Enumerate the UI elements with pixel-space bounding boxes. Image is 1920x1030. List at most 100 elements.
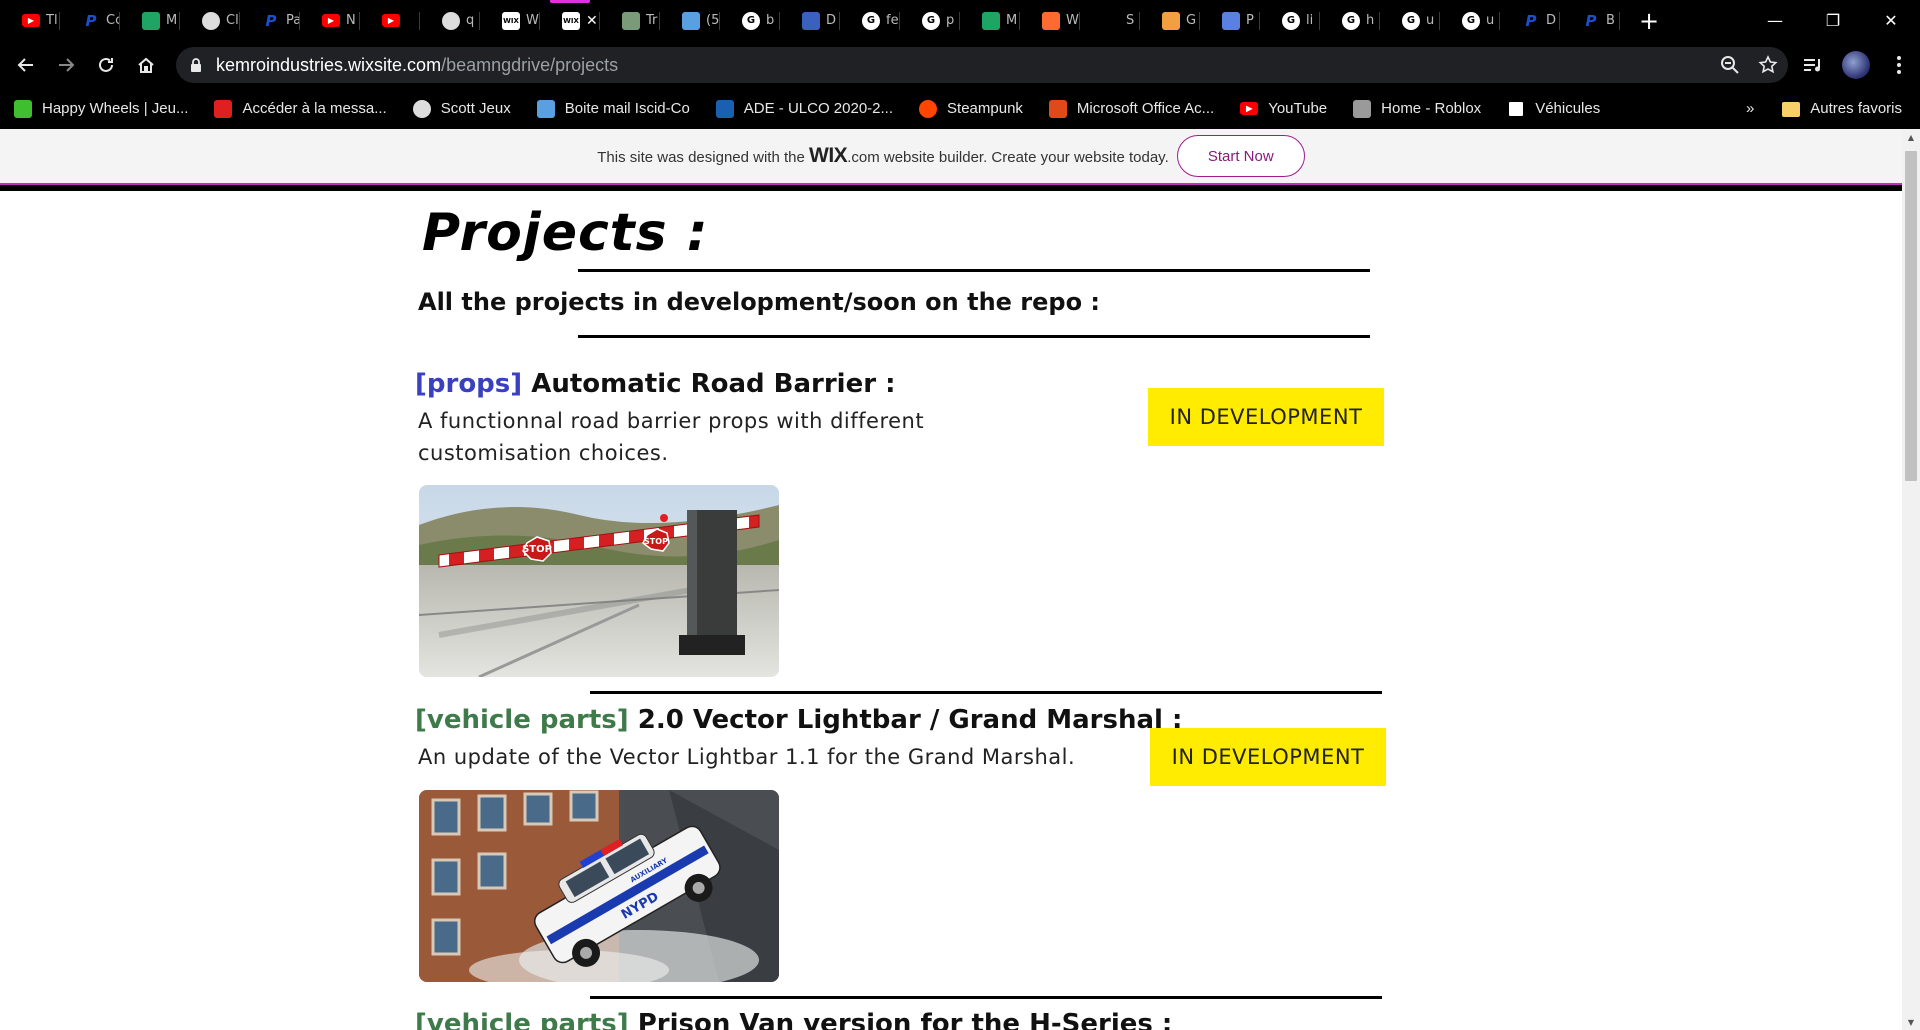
bookmark-star-icon[interactable] xyxy=(1758,55,1778,75)
home-button[interactable] xyxy=(126,45,166,85)
bookmarks-right: » Autres favoris xyxy=(1746,88,1902,129)
wix-logo[interactable]: WIX xyxy=(809,144,848,167)
bookmark-item[interactable]: Microsoft Office Ac... xyxy=(1048,99,1215,118)
browser-tab[interactable]: D xyxy=(780,0,840,41)
tab-list: ▶ Tl P Cc M Cl P Pa ▶ N ▶ q WIX W WIX ✕ Tr (5 Gb D Gfe Gp M W S G… xyxy=(0,0,1620,41)
bookmark-label: Microsoft Office Ac... xyxy=(1076,100,1215,117)
bookmark-item[interactable]: ▶ YouTube xyxy=(1240,100,1327,117)
bookmark-item[interactable]: Véhicules xyxy=(1507,99,1600,118)
wix-banner-text-before: This site was designed with the xyxy=(597,149,810,166)
bookmark-item[interactable]: Happy Wheels | Jeu... xyxy=(14,99,189,118)
browser-tab[interactable]: WIX W xyxy=(480,0,540,41)
roblox-icon xyxy=(1353,99,1372,118)
browser-tab[interactable]: Tr xyxy=(600,0,660,41)
zoom-icon[interactable] xyxy=(1720,55,1740,75)
browser-tab[interactable]: (5 xyxy=(660,0,720,41)
globe-icon xyxy=(412,99,431,118)
scroll-up-arrow-icon[interactable]: ▲ xyxy=(1902,129,1920,145)
close-tab-icon[interactable]: ✕ xyxy=(586,13,598,29)
bookmarks-overflow-button[interactable]: » xyxy=(1746,100,1754,117)
bookmark-label: Scott Jeux xyxy=(440,100,511,117)
bookmark-item[interactable]: Scott Jeux xyxy=(412,99,511,118)
bookmark-item[interactable]: ADE - ULCO 2020-2... xyxy=(715,99,894,118)
browser-tab[interactable]: Gh xyxy=(1320,0,1380,41)
tab-label: D xyxy=(1546,13,1557,28)
browser-tab[interactable]: ▶ xyxy=(360,0,420,41)
bookmark-item[interactable]: Steampunk xyxy=(919,99,1023,118)
browser-tab[interactable]: ▶ Tl xyxy=(0,0,60,41)
new-tab-button[interactable]: + xyxy=(1634,7,1664,35)
office-icon xyxy=(1048,99,1067,118)
browser-tab[interactable]: Gb xyxy=(720,0,780,41)
google-icon: G xyxy=(1402,11,1420,30)
scroll-down-arrow-icon[interactable]: ▼ xyxy=(1902,1014,1920,1030)
page-scrollbar[interactable]: ▲ ▼ xyxy=(1902,129,1920,1030)
start-now-button[interactable]: Start Now xyxy=(1176,135,1305,177)
browser-tab[interactable]: P Cc xyxy=(60,0,120,41)
bookmark-list: Happy Wheels | Jeu... Accéder à la messa.… xyxy=(14,99,1626,118)
minimize-button[interactable]: — xyxy=(1746,0,1804,41)
browser-tab[interactable]: Gfe xyxy=(840,0,900,41)
tab-label: M xyxy=(166,13,178,28)
status-badge: IN DEVELOPMENT xyxy=(1148,388,1384,446)
ulco-icon xyxy=(715,99,734,118)
other-bookmarks-folder[interactable]: Autres favoris xyxy=(1782,100,1902,117)
browser-tab[interactable]: WIX ✕ xyxy=(540,0,600,41)
bookmark-label: Happy Wheels | Jeu... xyxy=(42,100,189,117)
profile-avatar[interactable] xyxy=(1842,50,1870,79)
doc-icon xyxy=(1222,11,1240,30)
browser-tab[interactable]: P xyxy=(1200,0,1260,41)
lock-icon[interactable] xyxy=(176,57,216,73)
vehicle-icon xyxy=(1507,99,1526,118)
tab-label: fe xyxy=(886,13,899,28)
home-icon xyxy=(138,57,154,73)
browser-tab[interactable]: M xyxy=(960,0,1020,41)
browser-tab[interactable]: W xyxy=(1020,0,1080,41)
browser-tab[interactable]: Gu xyxy=(1440,0,1500,41)
media-control-icon[interactable] xyxy=(1792,57,1834,73)
youtube-icon: ▶ xyxy=(1240,102,1259,115)
chat-icon xyxy=(682,11,700,30)
browser-tab[interactable]: Gli xyxy=(1260,0,1320,41)
page-subtitle: All the projects in development/soon on … xyxy=(418,288,1101,316)
tab-label: Pa xyxy=(286,13,300,28)
title-divider xyxy=(578,269,1370,272)
project-tag: [props] xyxy=(415,369,523,399)
bookmark-item[interactable]: Accéder à la messa... xyxy=(214,99,387,118)
browser-tab[interactable]: Gp xyxy=(900,0,960,41)
scroll-thumb[interactable] xyxy=(1905,151,1917,481)
wix-banner-text-after: .com website builder. Create your websit… xyxy=(847,149,1169,166)
back-button[interactable] xyxy=(6,45,46,85)
browser-tab[interactable]: Cl xyxy=(180,0,240,41)
browser-tab[interactable]: PD xyxy=(1500,0,1560,41)
reload-button[interactable] xyxy=(86,45,126,85)
bookmark-item[interactable]: Boite mail Iscid-Co xyxy=(536,99,690,118)
tab-label: B xyxy=(1606,13,1615,28)
browser-tab[interactable]: S xyxy=(1080,0,1140,41)
browser-tab[interactable]: Gu xyxy=(1380,0,1440,41)
menu-icon[interactable] xyxy=(1878,55,1920,74)
close-window-button[interactable]: ✕ xyxy=(1862,0,1920,41)
browser-tab[interactable]: M xyxy=(120,0,180,41)
bookmark-label: YouTube xyxy=(1268,100,1328,117)
browser-toolbar: kemroindustries.wixsite.com/beamngdrive/… xyxy=(0,41,1920,88)
bookmark-label: ADE - ULCO 2020-2... xyxy=(743,100,894,117)
address-bar[interactable]: kemroindustries.wixsite.com/beamngdrive/… xyxy=(176,47,1788,83)
project-name: Automatic Road Barrier : xyxy=(531,369,896,399)
tab-label: u xyxy=(1426,13,1435,28)
blank-icon xyxy=(1102,11,1120,30)
browser-tab[interactable]: P Pa xyxy=(240,0,300,41)
forward-button[interactable] xyxy=(46,45,86,85)
tab-label: N xyxy=(346,13,356,28)
image-icon xyxy=(622,11,640,30)
lightbar-image: NYPD AUXILIARY xyxy=(419,790,779,982)
google-icon: G xyxy=(742,11,760,30)
browser-tab[interactable]: G xyxy=(1140,0,1200,41)
restore-button[interactable]: ❐ xyxy=(1804,0,1862,41)
browser-tab[interactable]: PB xyxy=(1560,0,1620,41)
bookmark-item[interactable]: Home - Roblox xyxy=(1353,99,1481,118)
url-text[interactable]: kemroindustries.wixsite.com/beamngdrive/… xyxy=(216,55,618,76)
browser-tab[interactable]: ▶ N xyxy=(300,0,360,41)
browser-tab[interactable]: q xyxy=(420,0,480,41)
bookmark-label: Boite mail Iscid-Co xyxy=(564,100,690,117)
